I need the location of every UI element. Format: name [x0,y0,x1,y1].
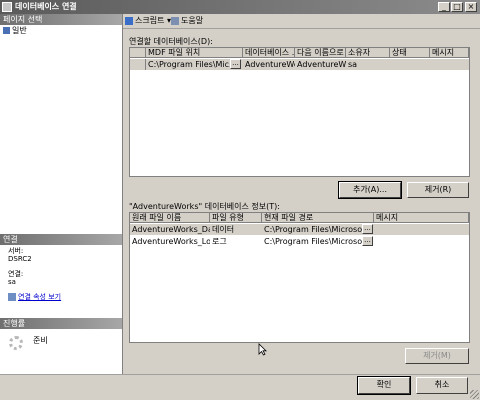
column-header[interactable]: 메시지 [374,213,469,223]
window-title: 데이터베이스 연결 [15,2,77,11]
file-name-cell[interactable]: AdventureWorks_Data.... [130,224,210,235]
column-header[interactable]: 원래 파일 이름 [130,213,210,223]
help-button[interactable]: 도움말 [171,16,203,26]
progress-header: 진행률 [0,318,122,329]
message-cell [374,224,469,235]
file-path-cell[interactable]: C:\Program Files\Microsof... [262,224,362,235]
title-bar[interactable]: 데이터베이스 연결 _ □ × [0,0,480,14]
cancel-button[interactable]: 취소 [416,377,468,394]
file-type-cell[interactable]: 데이터 [210,224,262,235]
app-icon [2,2,12,12]
browse-button[interactable]: ... [362,224,373,234]
connection-header: 연결 [0,234,122,245]
attach-label: 연결할 데이터베이스(D): [129,37,213,46]
progress-spinner-icon [9,336,23,350]
column-header[interactable]: 파일 유형 [210,213,262,223]
details-label: "AdventureWorks" 데이터베이스 정보(T): [129,202,280,211]
table-row[interactable]: AdventureWorks_Log.ldf 로그 C:\Program Fil… [130,236,469,247]
resize-grip-icon[interactable] [470,390,479,399]
column-header[interactable]: 소유자 [346,48,390,58]
row-header-column [130,48,146,58]
column-header[interactable]: 상태 [390,48,430,58]
column-header[interactable]: 데이터베이스 ... [243,48,295,58]
browse-button[interactable]: ... [362,236,373,246]
file-path-cell[interactable]: C:\Program Files\Microsof... [262,236,362,247]
add-button[interactable]: 추가(A)... [338,181,402,199]
view-properties-row[interactable]: 연결 속성 보기 [8,293,61,302]
close-button[interactable]: × [465,2,477,12]
file-name-cell[interactable]: AdventureWorks_Log.ldf [130,236,210,247]
minimize-button[interactable]: _ [438,2,450,12]
status-cell [390,59,430,70]
attach-grid: MDF 파일 위치 데이터베이스 ... 다음 이름으로 ... 소유자 상태 … [129,47,470,177]
file-type-cell[interactable]: 로그 [210,236,262,247]
details-grid: 원래 파일 이름 파일 유형 현재 파일 경로 메시지 AdventureWor… [129,212,470,343]
properties-icon [8,293,16,301]
mouse-cursor-icon [258,343,267,356]
page-icon [3,27,10,34]
remove-database-button[interactable]: 제거(R) [407,182,469,198]
owner-cell[interactable]: sa [346,59,390,70]
column-header[interactable]: 현재 파일 경로 [262,213,374,223]
help-icon [171,16,179,25]
script-icon [125,16,133,25]
help-label: 도움말 [181,16,204,25]
progress-status: 준비 [33,336,48,345]
database-name-cell[interactable]: AdventureWo... [243,59,295,70]
page-item-general[interactable]: 일반 [3,26,27,36]
column-header[interactable]: 다음 이름으로 ... [295,48,346,58]
connection-value: sa [8,278,16,286]
page-item-label: 일반 [12,26,27,35]
message-cell [374,236,469,247]
message-cell [430,59,469,70]
script-label: 스크립트 [135,16,165,25]
ok-button[interactable]: 확인 [357,376,411,395]
column-header[interactable]: MDF 파일 위치 [146,48,243,58]
row-selector[interactable] [130,59,146,70]
table-row[interactable]: AdventureWorks_Data.... 데이터 C:\Program F… [130,224,469,235]
table-row[interactable]: C:\Program Files\Mic... ... AdventureWo.… [130,59,469,70]
maximize-button[interactable]: □ [451,2,463,12]
remove-file-button[interactable]: 제거(M) [405,348,469,364]
browse-button[interactable]: ... [230,59,241,69]
column-header[interactable]: 메시지 [430,48,469,58]
view-connection-properties-link[interactable]: 연결 속성 보기 [18,293,61,301]
attach-as-cell[interactable]: AdventureWorks [295,59,346,70]
toolbar: 스크립트 ▾ 도움말 [123,14,480,29]
server-value: DSRC2 [8,255,32,263]
page-select-header: 페이지 선택 [0,14,122,25]
mdf-path-cell[interactable]: C:\Program Files\Mic... [146,59,230,70]
script-button[interactable]: 스크립트 ▾ [125,16,171,26]
